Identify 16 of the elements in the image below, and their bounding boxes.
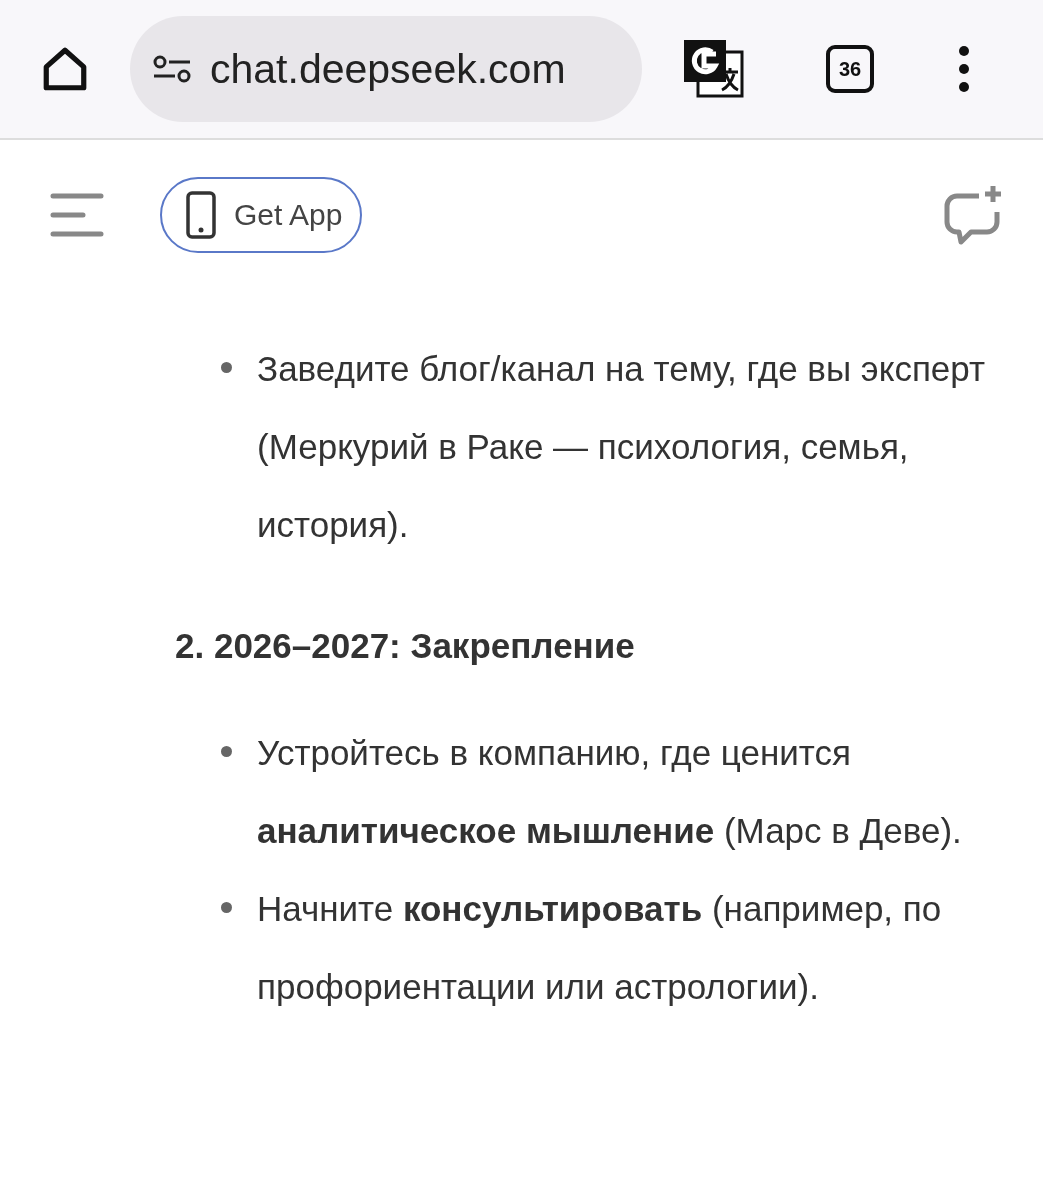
tab-count[interactable]: 36 bbox=[826, 45, 874, 93]
bullet-icon bbox=[221, 746, 232, 757]
phone-icon bbox=[186, 191, 216, 239]
bullet-icon bbox=[221, 902, 232, 913]
bullet-text: Устройтесь в компанию, где ценится аналитическое мышление (Марс в Деве). bbox=[257, 732, 963, 852]
bullet-text: Заведите блог/канал на тему, где вы эксперт (Меркурий в Раке — психология, семья, история). bbox=[257, 348, 987, 546]
translate-icon[interactable] bbox=[682, 38, 744, 100]
menu-icon[interactable] bbox=[956, 45, 972, 93]
bullet-text: Начните консультировать (например, по профориентации или астрологии). bbox=[257, 888, 943, 1008]
get-app-button[interactable]: Get App bbox=[160, 177, 363, 253]
section-heading: 2. 2026–2027: Закрепление bbox=[175, 626, 636, 666]
url-text: chat.deepseek.com bbox=[210, 45, 566, 93]
address-bar[interactable]: chat.deepseek.com bbox=[130, 16, 642, 122]
site-settings-icon[interactable] bbox=[152, 54, 192, 84]
bullet-icon bbox=[221, 362, 232, 373]
new-chat-icon[interactable] bbox=[943, 184, 1003, 246]
